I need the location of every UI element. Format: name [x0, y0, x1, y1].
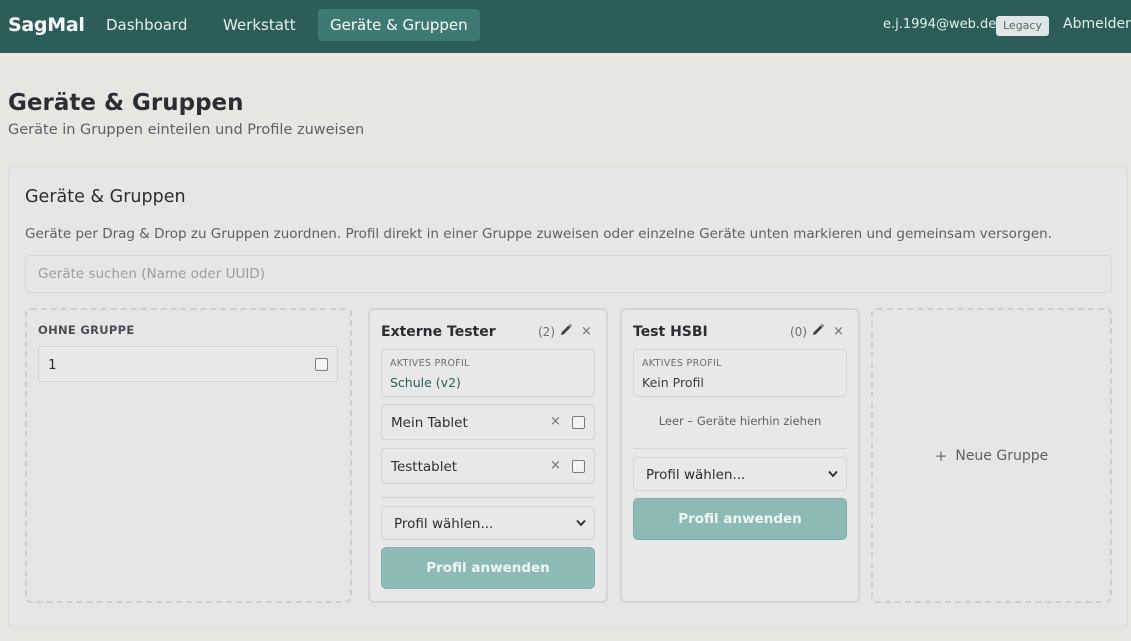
nav-link-geraete-gruppen[interactable]: Geräte & Gruppen [318, 9, 480, 41]
device-checkbox[interactable] [572, 416, 585, 429]
device-name: Mein Tablet [391, 415, 468, 431]
new-group-label: Neue Gruppe [955, 447, 1049, 464]
new-group-button[interactable]: + Neue Gruppe [935, 447, 1048, 465]
ungrouped-dropzone[interactable]: OHNE GRUPPE 1 [25, 308, 352, 603]
logout-link[interactable]: Abmelden [1063, 16, 1131, 32]
new-group-dropzone[interactable]: + Neue Gruppe [871, 308, 1112, 603]
user-email: e.j.1994@web.de [883, 17, 997, 32]
active-profile-box: AKTIVES PROFIL Schule (v2) [381, 349, 595, 397]
page-subtitle: Geräte in Gruppen einteilen und Profile … [8, 122, 365, 138]
card-description: Geräte per Drag & Drop zu Gruppen zuordn… [25, 226, 1052, 242]
device-checkbox[interactable] [315, 358, 328, 371]
group-name: Externe Tester [381, 324, 496, 340]
active-profile-label: AKTIVES PROFIL [642, 358, 722, 369]
profile-select-value: Profil wählen... [394, 516, 494, 532]
device-item[interactable]: 1 [38, 346, 338, 382]
group-device-count: (2) [538, 325, 555, 339]
profile-select[interactable]: Profil wählen... [633, 457, 847, 491]
device-item[interactable]: Mein Tablet × [381, 404, 595, 440]
close-icon[interactable]: × [581, 324, 592, 339]
empty-dropzone-hint: Leer – Geräte hierhin ziehen [658, 414, 822, 428]
pencil-icon[interactable] [811, 323, 825, 337]
top-navbar: SagMal Dashboard Werkstatt Geräte & Grup… [0, 0, 1131, 53]
group-name: Test HSBI [633, 324, 708, 340]
group-card-test-hsbi[interactable]: Test HSBI (0) × AKTIVES PROFIL Kein Prof… [620, 308, 860, 603]
remove-device-icon[interactable]: × [550, 414, 561, 429]
nav-link-werkstatt[interactable]: Werkstatt [211, 9, 308, 41]
active-profile-value[interactable]: Schule (v2) [390, 375, 461, 390]
device-search-input[interactable] [25, 255, 1112, 293]
card-title: Geräte & Gruppen [25, 187, 186, 207]
plus-icon: + [934, 446, 948, 465]
chevron-down-icon [828, 470, 838, 478]
brand-logo[interactable]: SagMal [8, 14, 85, 36]
page-title: Geräte & Gruppen [8, 90, 244, 116]
devices-groups-card: Geräte & Gruppen Geräte per Drag & Drop … [8, 166, 1128, 628]
device-item[interactable]: Testtablet × [381, 448, 595, 484]
device-name: 1 [48, 357, 57, 373]
profile-select-value: Profil wählen... [646, 467, 746, 483]
apply-profile-button[interactable]: Profil anwenden [381, 547, 595, 589]
legacy-badge: Legacy [996, 16, 1049, 36]
device-checkbox[interactable] [572, 460, 585, 473]
device-name: Testtablet [391, 459, 458, 475]
pencil-icon[interactable] [559, 323, 573, 337]
active-profile-label: AKTIVES PROFIL [390, 358, 470, 369]
ungrouped-label: OHNE GRUPPE [38, 323, 135, 337]
nav-link-dashboard[interactable]: Dashboard [94, 9, 199, 41]
apply-profile-button[interactable]: Profil anwenden [633, 498, 847, 540]
profile-select[interactable]: Profil wählen... [381, 506, 595, 540]
group-device-count: (0) [790, 325, 807, 339]
active-profile-value: Kein Profil [642, 375, 704, 390]
remove-device-icon[interactable]: × [550, 458, 561, 473]
group-card-externe-tester[interactable]: Externe Tester (2) × AKTIVES PROFIL Schu… [368, 308, 608, 603]
active-profile-box: AKTIVES PROFIL Kein Profil [633, 349, 847, 397]
close-icon[interactable]: × [833, 324, 844, 339]
divider [633, 448, 847, 449]
chevron-down-icon [576, 519, 586, 527]
divider [381, 497, 595, 498]
